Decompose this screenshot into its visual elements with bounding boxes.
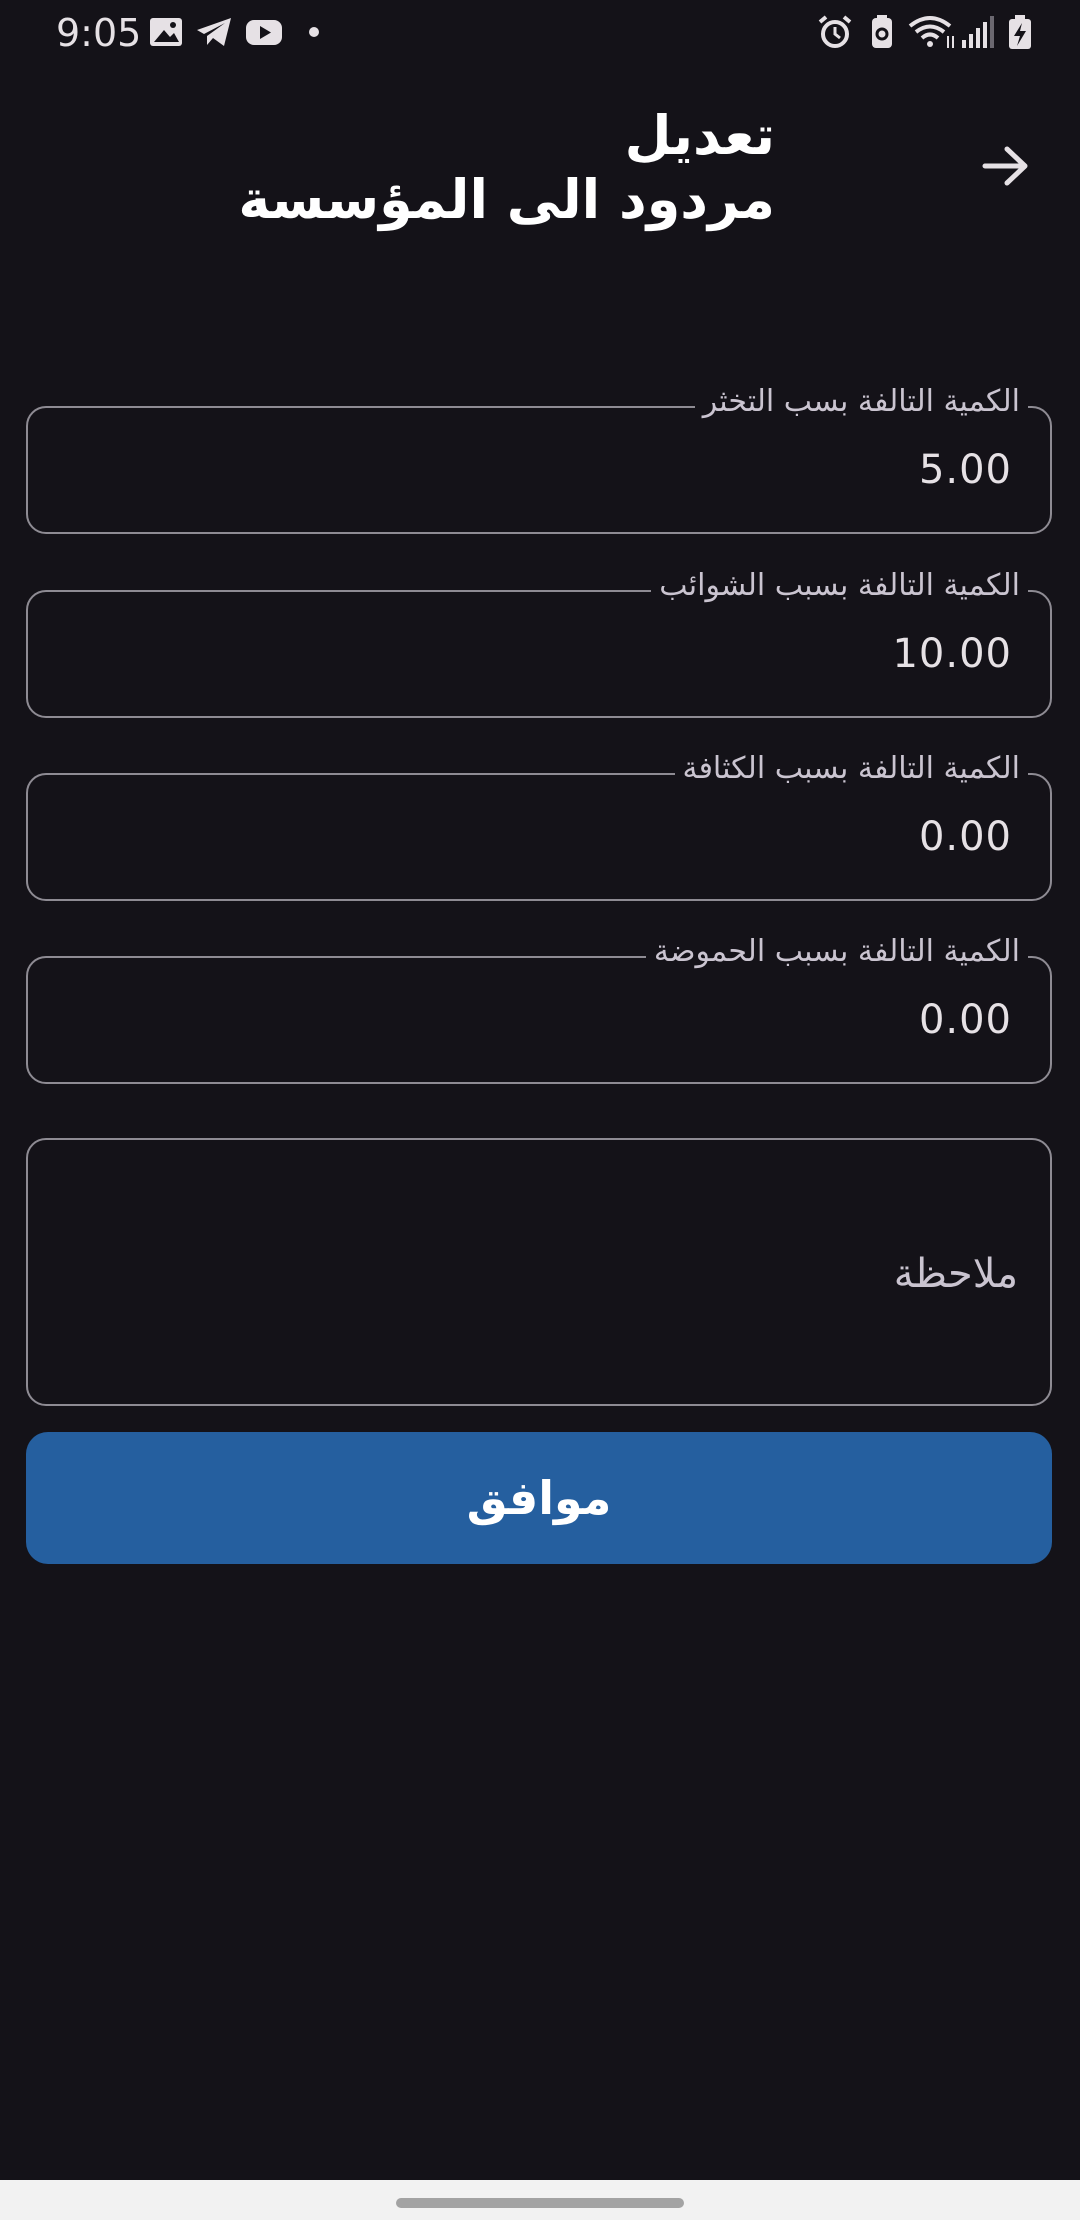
field-label: الكمية التالفة بسبب الحموضة [645, 932, 1028, 972]
signal-icon [962, 16, 994, 48]
note-placeholder: ملاحظة [893, 1251, 1018, 1297]
field-label: الكمية التالفة بسب التخثر [694, 382, 1028, 422]
impurities-loss-field[interactable]: الكمية التالفة بسبب الشوائب 10.00 [26, 566, 1052, 718]
field-value[interactable]: 0.00 [919, 990, 1012, 1050]
field-label: الكمية التالفة بسبب الكثافة [674, 749, 1028, 789]
page-title: تعديل مردود الى المؤسسة [200, 104, 775, 232]
youtube-icon [246, 20, 282, 45]
page-title-line1: تعديل [624, 104, 775, 167]
note-field[interactable]: ملاحظة [26, 1138, 1052, 1406]
status-bar: 9:05 [0, 0, 1080, 66]
status-time: 9:05 [56, 11, 142, 55]
alarm-icon [818, 15, 852, 48]
arrow-right-icon [982, 146, 1028, 186]
home-handle[interactable] [396, 2198, 684, 2208]
field-value[interactable]: 5.00 [919, 440, 1012, 500]
field-label: الكمية التالفة بسبب الشوائب [651, 566, 1028, 606]
wifi-icon [908, 16, 954, 48]
dot-icon [309, 27, 319, 37]
field-value[interactable]: 10.00 [892, 624, 1012, 684]
navigation-bar [0, 2180, 1080, 2220]
image-icon [150, 18, 182, 46]
page-title-line2: مردود الى المؤسسة [238, 168, 775, 231]
telegram-icon [197, 18, 231, 46]
battery-charging-icon [1009, 15, 1031, 49]
acidity-loss-field[interactable]: الكمية التالفة بسبب الحموضة 0.00 [26, 932, 1052, 1084]
field-value[interactable]: 0.00 [919, 807, 1012, 867]
density-loss-field[interactable]: الكمية التالفة بسبب الكثافة 0.00 [26, 749, 1052, 901]
coagulation-loss-field[interactable]: الكمية التالفة بسب التخثر 5.00 [26, 382, 1052, 534]
ok-button[interactable]: موافق [26, 1432, 1052, 1564]
back-button[interactable] [975, 135, 1037, 197]
battery-saver-icon [872, 15, 892, 48]
